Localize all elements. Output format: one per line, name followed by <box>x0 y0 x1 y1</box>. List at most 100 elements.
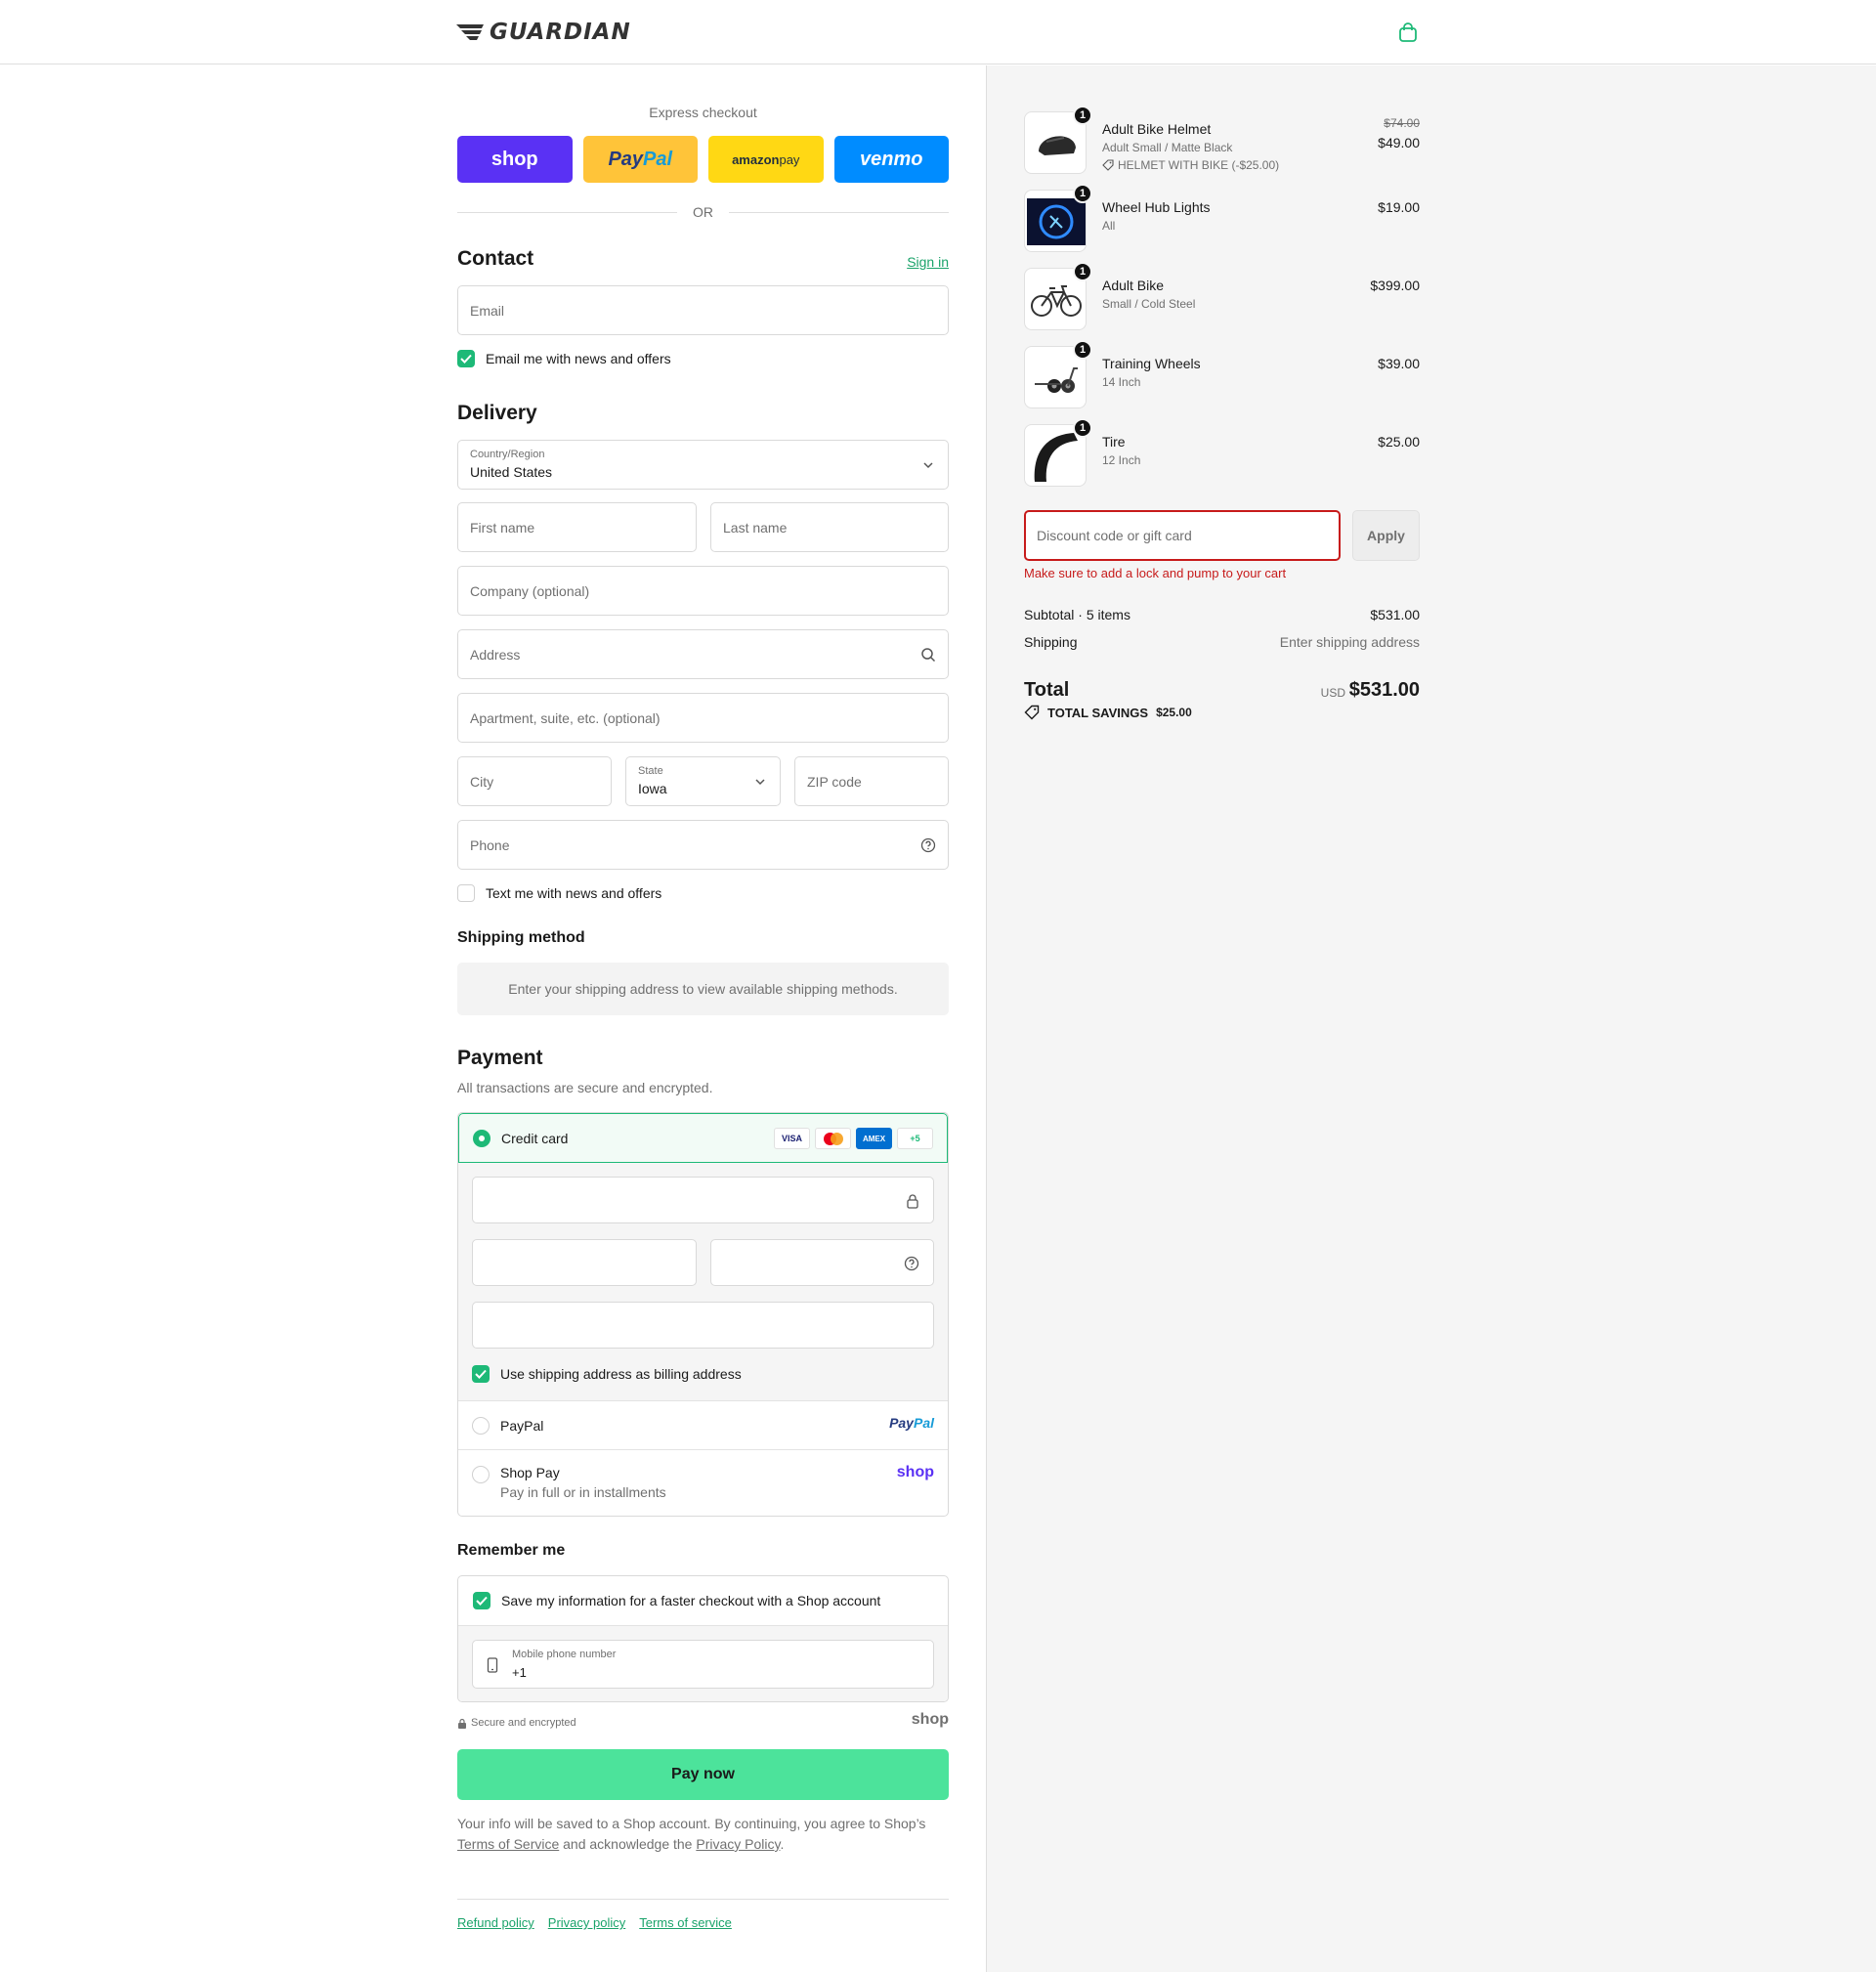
name-on-card-field[interactable] <box>472 1302 934 1349</box>
state-select[interactable]: State Iowa <box>625 756 781 806</box>
country-label: Country/Region <box>470 449 545 460</box>
cart-item: 1 Adult Bike Small / Cold Steel $399.00 <box>1024 262 1420 332</box>
terms-link[interactable]: Terms of Service <box>457 1836 559 1852</box>
privacy-link[interactable]: Privacy Policy <box>696 1836 780 1852</box>
secure-note: Secure and encrypted <box>457 1717 576 1729</box>
paypal-label-b: Pal <box>643 148 673 170</box>
help-circle-icon[interactable] <box>904 1256 919 1271</box>
last-name-field[interactable]: Last name <box>710 502 949 552</box>
amazon-pay-button[interactable]: amazon pay <box>708 136 824 183</box>
company-placeholder: Company (optional) <box>470 583 590 599</box>
chevron-down-icon <box>923 462 933 469</box>
state-value: Iowa <box>638 781 667 796</box>
delivery-title: Delivery <box>457 402 537 424</box>
quantity-badge: 1 <box>1073 184 1092 203</box>
legal-text: Your info will be saved to a Shop accoun… <box>457 1816 926 1831</box>
expiration-date-field[interactable] <box>472 1239 697 1286</box>
brand-logo[interactable]: GUARDIAN <box>456 20 631 45</box>
discount-code-input[interactable]: Discount code or gift card <box>1024 510 1341 561</box>
shop-logo: shop <box>911 1711 949 1728</box>
mobile-phone-field[interactable]: Mobile phone number +1 <box>472 1640 934 1689</box>
item-discount-text: HELMET WITH BIKE (-$25.00) <box>1118 158 1280 172</box>
text-news-label: Text me with news and offers <box>486 885 662 901</box>
currency-code: USD <box>1320 686 1345 700</box>
item-discount: HELMET WITH BIKE (-$25.00) <box>1102 158 1279 172</box>
country-select[interactable]: Country/Region United States <box>457 440 949 490</box>
save-info-checkbox[interactable]: Save my information for a faster checkou… <box>458 1576 948 1625</box>
paypal-button[interactable]: Pay Pal <box>582 136 698 183</box>
privacy-policy-link[interactable]: Privacy policy <box>548 1915 625 1930</box>
payment-subtitle: All transactions are secure and encrypte… <box>457 1080 713 1095</box>
company-field[interactable]: Company (optional) <box>457 566 949 616</box>
cart-item: 1 Tire 12 Inch $25.00 <box>1024 418 1420 489</box>
mobile-phone-label: Mobile phone number <box>512 1649 617 1660</box>
total-savings-value: $25.00 <box>1156 706 1192 719</box>
item-variant: All <box>1102 219 1116 233</box>
payment-methods: Credit card VISA AMEX +5 Use shipping ad… <box>457 1112 949 1517</box>
shipping-value: Enter shipping address <box>1279 634 1420 650</box>
address-placeholder: Address <box>470 647 521 663</box>
shop-pay-option[interactable]: Shop Pay Pay in full or in installments … <box>458 1449 948 1516</box>
tag-icon <box>1102 159 1114 171</box>
venmo-button[interactable]: venmo <box>833 136 949 183</box>
card-number-field[interactable] <box>472 1177 934 1223</box>
email-news-checkbox[interactable]: Email me with news and offers <box>457 350 671 367</box>
pay-now-label: Pay now <box>671 1766 735 1782</box>
shop-pay-text: Shop Pay Pay in full or in installments <box>500 1465 666 1500</box>
express-checkout-title: Express checkout <box>649 105 757 120</box>
item-name: Adult Bike <box>1102 278 1165 293</box>
item-name: Wheel Hub Lights <box>1102 199 1211 215</box>
pay-now-button[interactable]: Pay now <box>457 1749 949 1800</box>
payment-title: Payment <box>457 1047 543 1069</box>
text-news-checkbox[interactable]: Text me with news and offers <box>457 884 661 902</box>
terms-of-service-link[interactable]: Terms of service <box>639 1915 732 1930</box>
secure-text: Secure and encrypted <box>471 1717 576 1729</box>
address-field[interactable]: Address <box>457 629 949 679</box>
refund-policy-link[interactable]: Refund policy <box>457 1915 534 1930</box>
credit-card-form: Use shipping address as billing address <box>458 1163 948 1400</box>
amazon-label-a: amazon <box>732 151 780 167</box>
amazon-label-b: pay <box>779 151 800 167</box>
discount-error-message: Make sure to add a lock and pump to your… <box>1024 566 1287 580</box>
help-circle-icon[interactable] <box>920 837 936 853</box>
shop-logo: shop <box>896 1464 934 1480</box>
item-original-price: $74.00 <box>1384 116 1420 130</box>
email-placeholder: Email <box>470 303 505 319</box>
shipping-row: Shipping Enter shipping address <box>1024 634 1420 650</box>
more-cards-badge: +5 <box>897 1128 933 1149</box>
sign-in-link[interactable]: Sign in <box>907 254 949 270</box>
total-label: Total <box>1024 679 1070 701</box>
shopping-bag-icon[interactable] <box>1397 21 1419 43</box>
zip-placeholder: ZIP code <box>807 774 862 790</box>
item-name: Adult Bike Helmet <box>1102 121 1212 137</box>
zip-field[interactable]: ZIP code <box>794 756 949 806</box>
total-value: $531.00 <box>1348 679 1420 701</box>
shop-pay-label: Shop Pay <box>500 1465 560 1480</box>
legal-notice: Your info will be saved to a Shop accoun… <box>457 1814 949 1855</box>
credit-card-label: Credit card <box>501 1130 569 1146</box>
apartment-field[interactable]: Apartment, suite, etc. (optional) <box>457 693 949 743</box>
cart-item: 1 Training Wheels 14 Inch $39.00 <box>1024 340 1420 410</box>
email-field[interactable]: Email <box>457 285 949 335</box>
remember-me-details: Mobile phone number +1 <box>458 1625 948 1701</box>
paypal-logo-a: Pay <box>889 1415 914 1431</box>
phone-field[interactable]: Phone <box>457 820 949 870</box>
credit-card-option[interactable]: Credit card VISA AMEX +5 <box>458 1113 948 1163</box>
billing-same-checkbox[interactable]: Use shipping address as billing address <box>472 1365 742 1383</box>
apply-discount-button[interactable]: Apply <box>1352 510 1420 561</box>
paypal-option[interactable]: PayPal PayPal <box>458 1400 948 1449</box>
visa-icon: VISA <box>774 1128 810 1149</box>
amex-icon: AMEX <box>856 1128 892 1149</box>
security-code-field[interactable] <box>710 1239 934 1286</box>
item-price: $39.00 <box>1378 356 1420 371</box>
shop-pay-button[interactable]: shop <box>457 136 573 183</box>
quantity-badge: 1 <box>1073 340 1092 360</box>
city-field[interactable]: City <box>457 756 612 806</box>
shop-label: shop <box>490 148 538 170</box>
search-icon <box>921 648 936 663</box>
save-info-label: Save my information for a faster checkou… <box>501 1593 881 1608</box>
item-price: $399.00 <box>1370 278 1420 293</box>
radio-unselected <box>472 1466 490 1483</box>
item-price: $25.00 <box>1378 434 1420 450</box>
first-name-field[interactable]: First name <box>457 502 697 552</box>
